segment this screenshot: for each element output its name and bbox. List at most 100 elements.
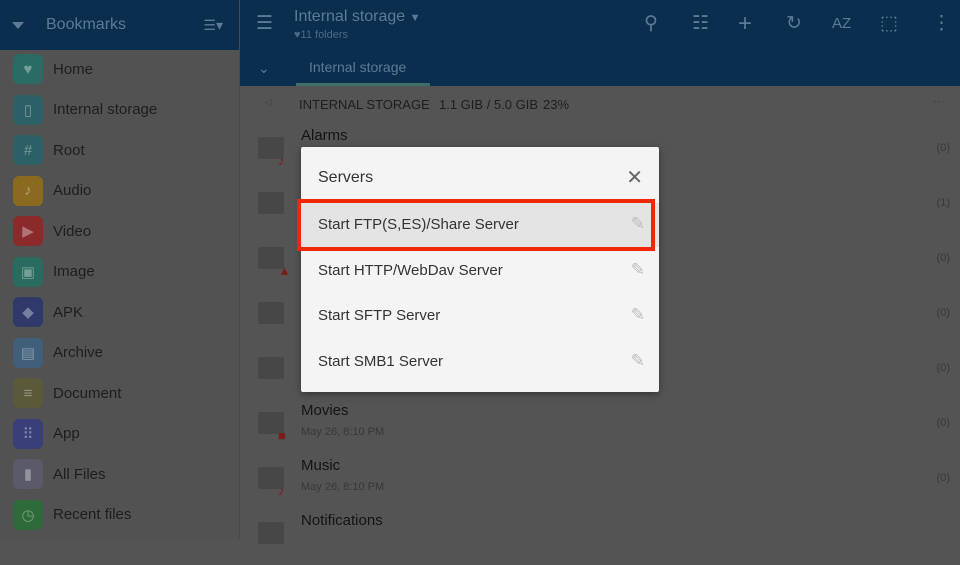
server-option[interactable]: Start HTTP/WebDav Server ✎ xyxy=(301,249,659,293)
sidebar-item-archive[interactable]: ▤ Archive xyxy=(0,333,240,373)
folder-badge-icon: ■ xyxy=(278,428,286,443)
sidebar-item-home[interactable]: ♥ Home xyxy=(0,49,240,89)
android-icon: ◆ xyxy=(13,297,43,327)
storage-usage: 1.1 GIB / 5.0 GIB xyxy=(439,97,538,112)
sidebar-item-label: Home xyxy=(53,60,94,78)
document-icon: ≡ xyxy=(13,378,43,408)
menu-icon[interactable]: ☰ xyxy=(256,14,273,34)
item-count: (0) xyxy=(936,417,950,429)
sidebar-item-label: Recent files xyxy=(53,506,132,523)
dialog-title: Servers xyxy=(318,169,374,186)
folder-badge-icon: ♪ xyxy=(278,483,285,498)
folder-count-text: 11 folders xyxy=(300,29,349,41)
heart-icon: ♥ xyxy=(13,54,43,84)
sidebar-item-label: Audio xyxy=(53,182,92,199)
folder-badge-icon: ▲ xyxy=(278,263,291,278)
sidebar-item-internal-storage[interactable]: ▯ Internal storage xyxy=(0,90,240,130)
select-icon[interactable]: ⬚ xyxy=(880,14,898,34)
tablet-icon: ▯ xyxy=(13,94,43,125)
close-icon[interactable]: ✕ xyxy=(626,165,643,190)
sort-menu-icon[interactable]: ☰▾ xyxy=(203,17,223,34)
sidebar-item-recent-files[interactable]: ◷ Recent files xyxy=(0,495,240,535)
file-name: Notifications xyxy=(301,512,383,529)
server-option-label: Start HTTP/WebDav Server xyxy=(318,261,503,279)
server-option[interactable]: Start SFTP Server ✎ xyxy=(301,294,659,338)
chevron-down-icon[interactable]: ⌄ xyxy=(258,58,270,78)
location-dropdown[interactable]: Internal storage ▼ xyxy=(294,8,421,26)
bookmarks-title: Bookmarks xyxy=(46,16,127,33)
path-bar: ◁ INTERNAL STORAGE 1.1 GIB / 5.0 GIB 23%… xyxy=(240,86,960,122)
hash-icon: # xyxy=(13,135,43,165)
sidebar-item-label: Document xyxy=(53,384,122,402)
sidebar-item-document[interactable]: ≡ Document xyxy=(0,373,240,413)
server-option-label: Start SMB1 Server xyxy=(318,352,444,370)
file-row[interactable]: ■ Movies May 26, 8:10 PM (0) xyxy=(240,400,960,455)
bookmarks-header[interactable]: Bookmarks ☰▾ xyxy=(0,0,239,50)
item-count: (1) xyxy=(936,197,950,209)
sidebar-item-root[interactable]: # Root xyxy=(0,130,240,170)
folder-icon xyxy=(258,357,284,379)
file-name: Movies xyxy=(301,402,349,419)
sidebar-item-label: App xyxy=(53,425,80,442)
list-view-icon[interactable]: ☷ xyxy=(692,14,709,34)
sidebar-item-label: APK xyxy=(53,303,84,321)
sidebar: Bookmarks ☰▾ ♥ Home ▯ Internal storage # Root… xyxy=(0,0,240,540)
item-count: (0) xyxy=(936,472,950,484)
tab-bar: ⌄ Internal storage xyxy=(240,50,960,86)
file-date: May 26, 8:10 PM xyxy=(301,481,385,493)
sidebar-item-label: Image xyxy=(53,263,95,280)
collapse-icon[interactable] xyxy=(12,21,24,29)
file-icon: ▮ xyxy=(13,459,43,489)
refresh-icon[interactable]: ↻ xyxy=(786,14,802,34)
server-option-label: Start SFTP Server xyxy=(318,307,441,324)
sort-az-button[interactable]: AZ xyxy=(832,14,851,34)
file-name: Alarms xyxy=(301,127,348,144)
folder-icon xyxy=(258,302,284,324)
tab-internal-storage[interactable]: Internal storage xyxy=(296,50,430,86)
path-name[interactable]: INTERNAL STORAGE xyxy=(299,97,430,112)
server-option[interactable]: Start SMB1 Server ✎ xyxy=(301,340,659,384)
sidebar-item-label: Video xyxy=(53,222,92,240)
clock-icon: ◷ xyxy=(13,499,43,530)
sidebar-item-label: Internal storage xyxy=(53,101,158,118)
location-title: Internal storage xyxy=(294,8,406,25)
folder-badge-icon: ♪ xyxy=(278,153,285,168)
grid-icon: ⠿ xyxy=(13,418,43,449)
file-row[interactable]: Notifications xyxy=(240,510,960,565)
item-count: (0) xyxy=(936,142,950,154)
file-name: Music xyxy=(301,457,341,474)
path-more-icon[interactable]: ⋯ xyxy=(933,94,946,110)
item-count: (0) xyxy=(936,307,950,319)
sidebar-item-label: Root xyxy=(53,141,85,159)
archive-icon: ▤ xyxy=(13,337,43,368)
sidebar-item-app[interactable]: ⠿ App xyxy=(0,414,240,454)
sidebar-item-apk[interactable]: ◆ APK xyxy=(0,292,240,332)
search-icon[interactable]: ⚲ xyxy=(644,14,658,34)
servers-dialog: Servers ✕ Start FTP(S,ES)/Share Server ✎ S… xyxy=(301,147,659,392)
more-options-icon[interactable]: ⋮ xyxy=(932,14,951,34)
edit-pencil-icon[interactable]: ✎ xyxy=(631,305,645,325)
play-icon: ▶ xyxy=(13,216,43,246)
sidebar-item-image[interactable]: ▣ Image xyxy=(0,252,240,292)
folder-count: ♥11 folders xyxy=(294,29,348,41)
toolbar: ☰ Internal storage ▼ ♥11 folders ⚲ ☷ + ↻… xyxy=(240,0,960,50)
highlight-box xyxy=(297,199,655,251)
edit-pencil-icon[interactable]: ✎ xyxy=(631,260,645,280)
back-icon[interactable]: ◁ xyxy=(264,97,272,108)
sidebar-item-label: Archive xyxy=(53,344,104,361)
sidebar-item-label: All Files xyxy=(53,465,106,483)
item-count: (0) xyxy=(936,252,950,264)
sidebar-item-audio[interactable]: ♪ Audio xyxy=(0,171,240,211)
sidebar-item-all-files[interactable]: ▮ All Files xyxy=(0,454,240,494)
add-icon[interactable]: + xyxy=(738,12,752,36)
file-date: May 26, 8:10 PM xyxy=(301,426,385,438)
folder-icon xyxy=(258,192,284,214)
item-count: (0) xyxy=(936,362,950,374)
sidebar-item-video[interactable]: ▶ Video xyxy=(0,211,240,251)
folder-icon xyxy=(258,522,284,544)
image-icon: ▣ xyxy=(13,256,43,287)
file-row[interactable]: ♪ Music May 26, 8:10 PM (0) xyxy=(240,455,960,510)
edit-pencil-icon[interactable]: ✎ xyxy=(631,351,645,371)
music-icon: ♪ xyxy=(13,175,43,206)
storage-percent: 23% xyxy=(543,97,570,112)
